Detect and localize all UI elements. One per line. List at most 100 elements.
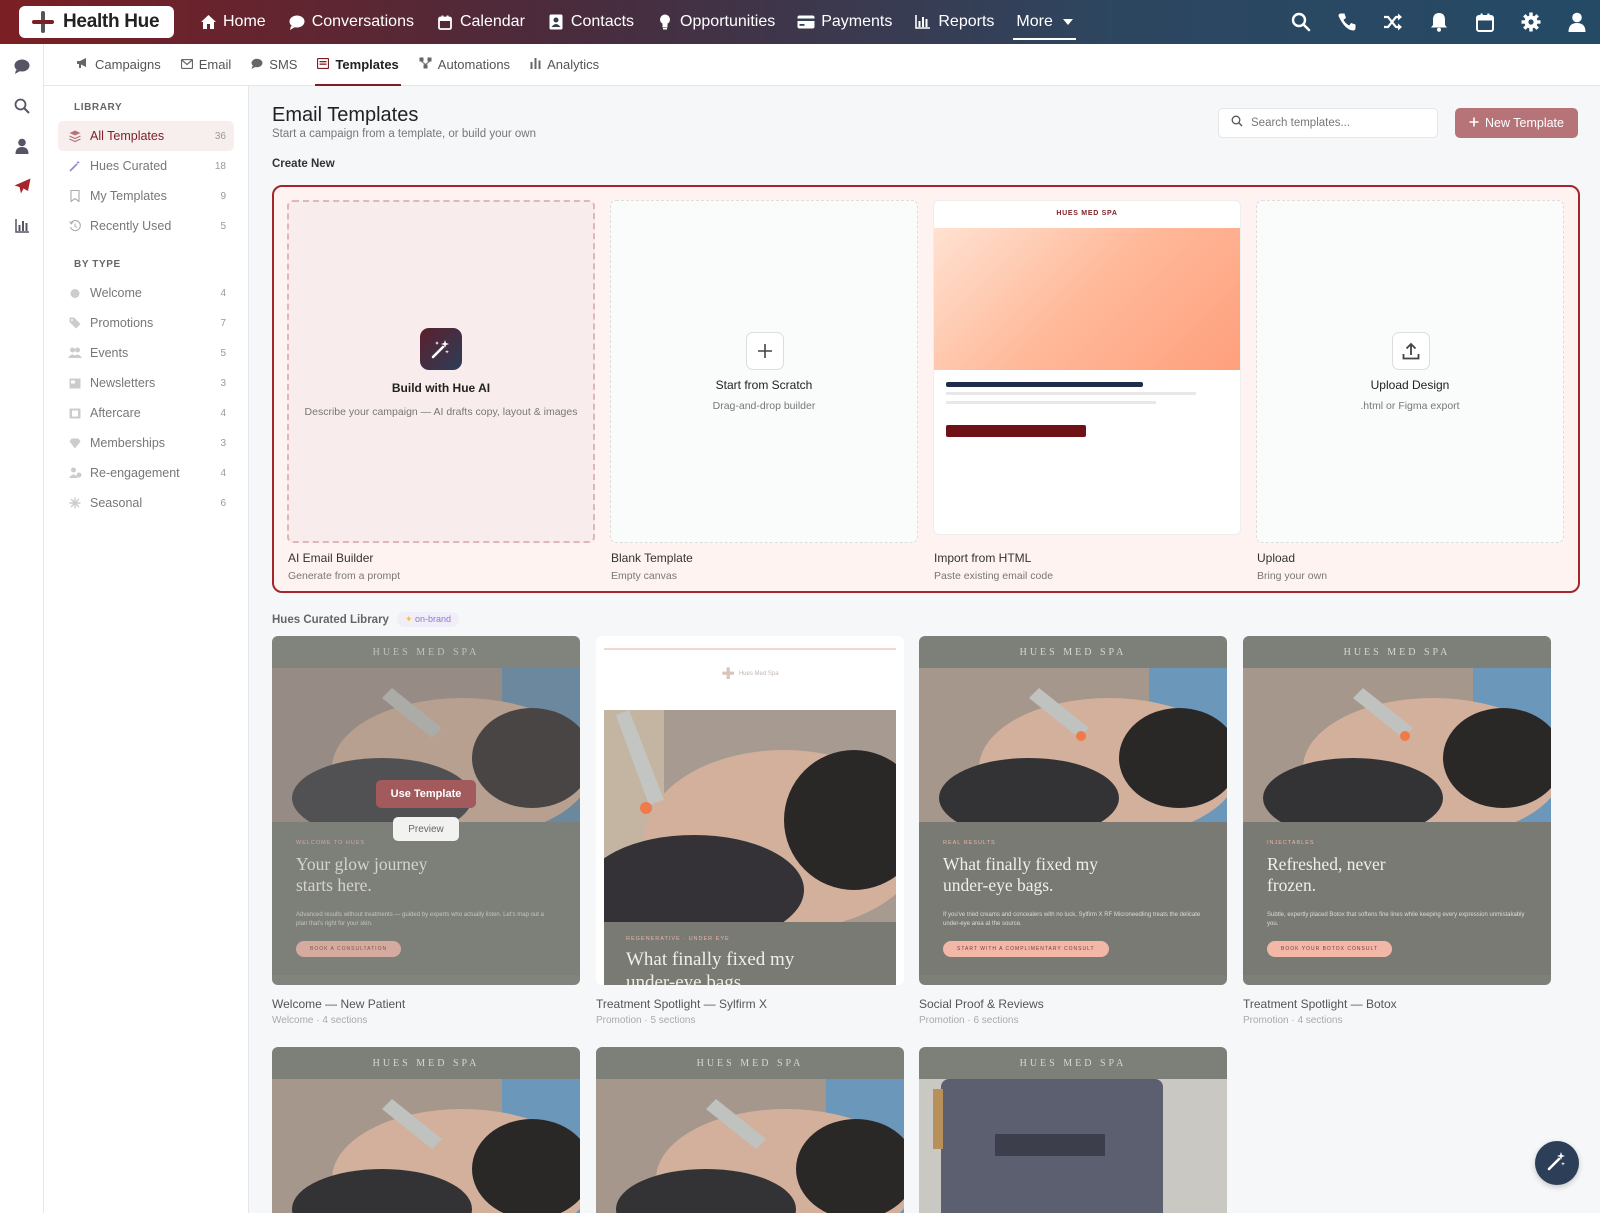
sidebar-item-label: Welcome [90, 286, 142, 300]
top-nav-bar: Health Hue Home Conversations Calendar C… [0, 0, 1600, 44]
create-new-heading: Create New [272, 158, 335, 170]
rail-send-icon[interactable] [0, 166, 44, 206]
nav-home[interactable]: Home [188, 0, 277, 44]
tab-campaigns-label: Campaigns [95, 57, 161, 72]
sidebar-item-newsletters[interactable]: Newsletters 3 [58, 368, 234, 398]
nav-calendar[interactable]: Calendar [425, 0, 536, 44]
template-body: INJECTABLES Refreshed, never frozen. Sub… [1243, 822, 1551, 975]
phone-icon[interactable] [1324, 0, 1370, 44]
sidebar-item-welcome[interactable]: Welcome 4 [58, 278, 234, 308]
tab-sms-label: SMS [269, 57, 298, 72]
nav-contacts-label: Contacts [570, 13, 635, 30]
template-card-welcome[interactable]: HUES MED SPA WELCOME TO HUES Your glow j… [272, 636, 580, 1026]
tab-automations[interactable]: Automations [409, 44, 520, 86]
history-icon [68, 219, 82, 233]
tag-icon [68, 316, 82, 330]
template-thumbnail[interactable]: HUES MED SPA REAL RESULTS What finally f… [919, 636, 1227, 985]
template-thumbnail[interactable]: HUES MED SPA [919, 1047, 1227, 1213]
brand-logo[interactable]: Health Hue [19, 6, 174, 38]
sidebar-item-all-templates[interactable]: All Templates 36 [58, 121, 234, 151]
sidebar-item-re-engagement[interactable]: Re-engagement 4 [58, 458, 234, 488]
wave-hand-icon [68, 286, 82, 300]
sidebar-item-label: Re-engagement [90, 466, 180, 480]
preview-text-line [946, 401, 1156, 404]
user-refresh-icon [68, 466, 82, 480]
template-thumbnail[interactable]: HUES MED SPA [272, 1047, 580, 1213]
preview-button[interactable]: Preview [393, 817, 459, 841]
shuffle-icon[interactable] [1370, 0, 1416, 44]
newspaper-icon [68, 376, 82, 390]
rail-chat-icon[interactable] [0, 46, 44, 86]
top-utility-icons [1278, 0, 1600, 44]
tab-analytics[interactable]: Analytics [520, 44, 609, 86]
new-template-button[interactable]: New Template [1455, 108, 1578, 138]
sidebar-item-my-templates[interactable]: My Templates 9 [58, 181, 234, 211]
ai-builder-card[interactable]: Build with Hue AI Describe your campaign… [287, 200, 595, 543]
sidebar-item-recently-used[interactable]: Recently Used 5 [58, 211, 234, 241]
template-name: Treatment Spotlight — Botox [1243, 997, 1397, 1011]
user-icon[interactable] [1554, 0, 1600, 44]
template-thumbnail[interactable]: ✚ Hues Med Spa REGENERATIVE · UNDER EYE … [596, 636, 904, 985]
template-card-social-proof[interactable]: HUES MED SPA REAL RESULTS What finally f… [919, 636, 1227, 1026]
nav-reports[interactable]: Reports [903, 0, 1005, 44]
nav-more-menu[interactable]: More [1005, 0, 1083, 44]
import-card-caption-sub: Paste existing email code [934, 570, 1054, 582]
preview-headline-bar [946, 382, 1143, 387]
tab-sms[interactable]: SMS [241, 44, 307, 86]
template-card-sylfirm[interactable]: ✚ Hues Med Spa REGENERATIVE · UNDER EYE … [596, 636, 904, 1026]
sidebar-item-events[interactable]: Events 5 [58, 338, 234, 368]
email-top-rule [604, 648, 896, 650]
magic-wand-icon [420, 328, 462, 370]
template-card-row2-1[interactable]: HUES MED SPA [272, 1047, 580, 1213]
bar-chart-icon [914, 13, 932, 31]
nav-conversations[interactable]: Conversations [277, 0, 425, 44]
home-icon [199, 13, 217, 31]
search-input[interactable] [1251, 117, 1421, 129]
tab-email[interactable]: Email [171, 44, 242, 86]
ai-card-subtitle: Describe your campaign — AI drafts copy,… [304, 406, 578, 418]
import-html-card[interactable]: HUES MED SPA [933, 200, 1241, 535]
tab-campaigns[interactable]: Campaigns [66, 44, 171, 86]
sidebar-item-hues-curated[interactable]: Hues Curated 18 [58, 151, 234, 181]
tab-templates[interactable]: Templates [307, 44, 408, 86]
rail-search-icon[interactable] [0, 86, 44, 126]
sidebar-item-label: Events [90, 346, 129, 360]
template-thumbnail[interactable]: HUES MED SPA [596, 1047, 904, 1213]
email-logo-text: Hues Med Spa [738, 671, 779, 677]
nav-opportunities[interactable]: Opportunities [645, 0, 786, 44]
template-thumbnail[interactable]: HUES MED SPA INJECTABLES Refreshed, neve… [1243, 636, 1551, 985]
bell-icon[interactable] [1416, 0, 1462, 44]
template-thumbnail[interactable]: HUES MED SPA WELCOME TO HUES Your glow j… [272, 636, 580, 985]
template-body: REAL RESULTS What finally fixed my under… [919, 822, 1227, 975]
sidebar-item-count: 3 [220, 377, 226, 389]
sidebar-item-memberships[interactable]: Memberships 3 [58, 428, 234, 458]
gear-icon[interactable] [1508, 0, 1554, 44]
template-name: Social Proof & Reviews [919, 997, 1044, 1011]
nav-payments[interactable]: Payments [786, 0, 903, 44]
calendar-icon[interactable] [1462, 0, 1508, 44]
rail-bar-chart-icon[interactable] [0, 206, 44, 246]
megaphone-icon [76, 57, 89, 72]
template-eyebrow: INJECTABLES [1267, 840, 1315, 846]
chat-icon [251, 57, 263, 72]
nav-contacts[interactable]: Contacts [536, 0, 645, 44]
rail-user-icon[interactable] [0, 126, 44, 166]
template-card-row2-2[interactable]: HUES MED SPA [596, 1047, 904, 1213]
ai-card-title: Build with Hue AI [391, 381, 491, 395]
template-card-botox[interactable]: HUES MED SPA INJECTABLES Refreshed, neve… [1243, 636, 1551, 1026]
treatment-photo [1243, 668, 1551, 822]
ai-assistant-button[interactable] [1535, 1141, 1579, 1185]
search-icon[interactable] [1278, 0, 1324, 44]
upload-design-card[interactable]: Upload Design .html or Figma export [1256, 200, 1564, 543]
sidebar-item-seasonal[interactable]: Seasonal 6 [58, 488, 234, 518]
blank-template-card[interactable]: Start from Scratch Drag-and-drop builder [610, 200, 918, 543]
tab-automations-label: Automations [437, 57, 511, 72]
sidebar-item-promotions[interactable]: Promotions 7 [58, 308, 234, 338]
page-title: Email Templates [272, 104, 419, 126]
template-card-row2-3[interactable]: HUES MED SPA [919, 1047, 1227, 1213]
first-aid-icon [68, 406, 82, 420]
blank-card-caption: Blank Template [611, 551, 693, 565]
use-template-button[interactable]: Use Template [376, 780, 476, 808]
template-name: Treatment Spotlight — Sylfirm X [596, 997, 767, 1011]
sidebar-item-aftercare[interactable]: Aftercare 4 [58, 398, 234, 428]
